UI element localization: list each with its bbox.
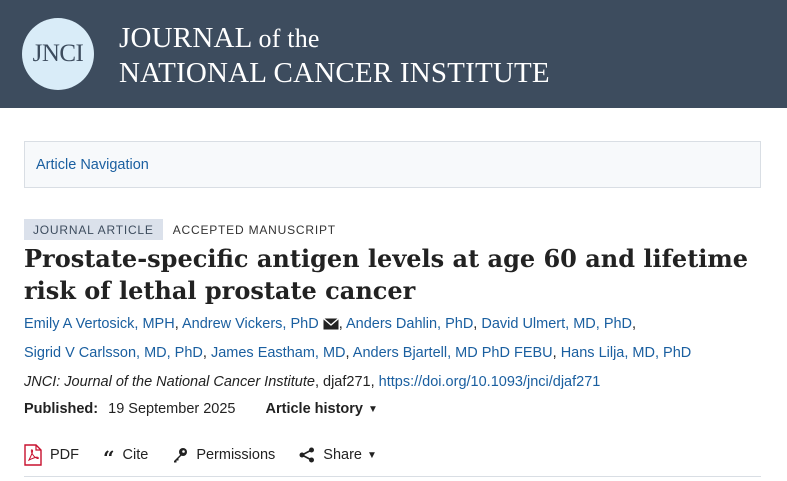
share-label: Share xyxy=(323,447,362,463)
author-link[interactable]: James Eastham, MD xyxy=(211,345,346,361)
author-line-1: Emily A Vertosick, MPH, Andrew Vickers, … xyxy=(24,311,764,340)
jnci-logo[interactable]: JNCI xyxy=(22,18,94,90)
journal-title-of-the: of the xyxy=(258,24,320,53)
share-icon xyxy=(299,447,315,463)
published-row: Published: 19 September 2025 Article his… xyxy=(24,401,378,417)
share-button[interactable]: Share ▼ xyxy=(299,447,377,463)
citation-article-id: djaf271 xyxy=(323,374,371,390)
envelope-icon[interactable] xyxy=(322,313,339,340)
site-header: JNCI JOURNAL of the NATIONAL CANCER INSTI… xyxy=(0,0,787,108)
citation-line: JNCI: Journal of the National Cancer Ins… xyxy=(24,374,601,390)
article-toolbar: PDF “ Cite Permissions Share ▼ xyxy=(24,444,401,470)
accepted-manuscript-badge: ACCEPTED MANUSCRIPT xyxy=(172,222,336,237)
article-navigation-box: Article Navigation xyxy=(24,141,761,188)
author-link[interactable]: David Ulmert, MD, PhD xyxy=(481,316,632,332)
author-link[interactable]: Emily A Vertosick, MPH xyxy=(24,316,175,332)
pdf-label: PDF xyxy=(50,447,79,463)
key-icon xyxy=(172,447,188,463)
article-badges: JOURNAL ARTICLE ACCEPTED MANUSCRIPT xyxy=(24,219,336,240)
article-history-label: Article history xyxy=(265,401,364,417)
pdf-icon xyxy=(24,444,42,466)
journal-title-line2: NATIONAL CANCER INSTITUTE xyxy=(119,57,550,89)
author-link[interactable]: Anders Bjartell, MD PhD FEBU xyxy=(353,345,553,361)
article-navigation-link[interactable]: Article Navigation xyxy=(36,157,149,173)
author-list: Emily A Vertosick, MPH, Andrew Vickers, … xyxy=(24,311,764,367)
caret-down-icon: ▼ xyxy=(368,403,378,415)
published-date: 19 September 2025 xyxy=(108,401,236,417)
author-link[interactable]: Andrew Vickers, PhD xyxy=(182,316,319,332)
permissions-label: Permissions xyxy=(196,447,276,463)
article-title: Prostate-specific antigen levels at age … xyxy=(24,244,749,305)
permissions-button[interactable]: Permissions xyxy=(172,447,275,463)
journal-title[interactable]: JOURNAL of the NATIONAL CANCER INSTITUTE xyxy=(119,21,550,90)
cite-button[interactable]: “ Cite xyxy=(103,445,149,470)
pdf-button[interactable]: PDF xyxy=(24,444,79,466)
article-history-toggle[interactable]: Article history ▼ xyxy=(266,401,378,417)
author-link[interactable]: Anders Dahlin, PhD xyxy=(346,316,473,332)
doi-link[interactable]: https://doi.org/10.1093/jnci/djaf271 xyxy=(379,374,601,390)
published-label: Published: xyxy=(24,401,99,417)
author-link[interactable]: Sigrid V Carlsson, MD, PhD xyxy=(24,345,203,361)
citation-journal-name: JNCI: Journal of the National Cancer Ins… xyxy=(24,374,315,390)
cite-label: Cite xyxy=(122,447,149,463)
quote-icon: “ xyxy=(103,446,115,470)
journal-title-main: JOURNAL xyxy=(119,22,253,54)
caret-down-icon: ▼ xyxy=(366,449,377,461)
author-link[interactable]: Hans Lilja, MD, PhD xyxy=(561,345,692,361)
journal-article-badge: JOURNAL ARTICLE xyxy=(24,219,163,240)
journal-title-line1: JOURNAL of the xyxy=(119,21,550,56)
author-line-2: Sigrid V Carlsson, MD, PhD, James Eastha… xyxy=(24,345,692,361)
toolbar-divider xyxy=(24,476,761,477)
logo-text: JNCI xyxy=(32,40,84,67)
